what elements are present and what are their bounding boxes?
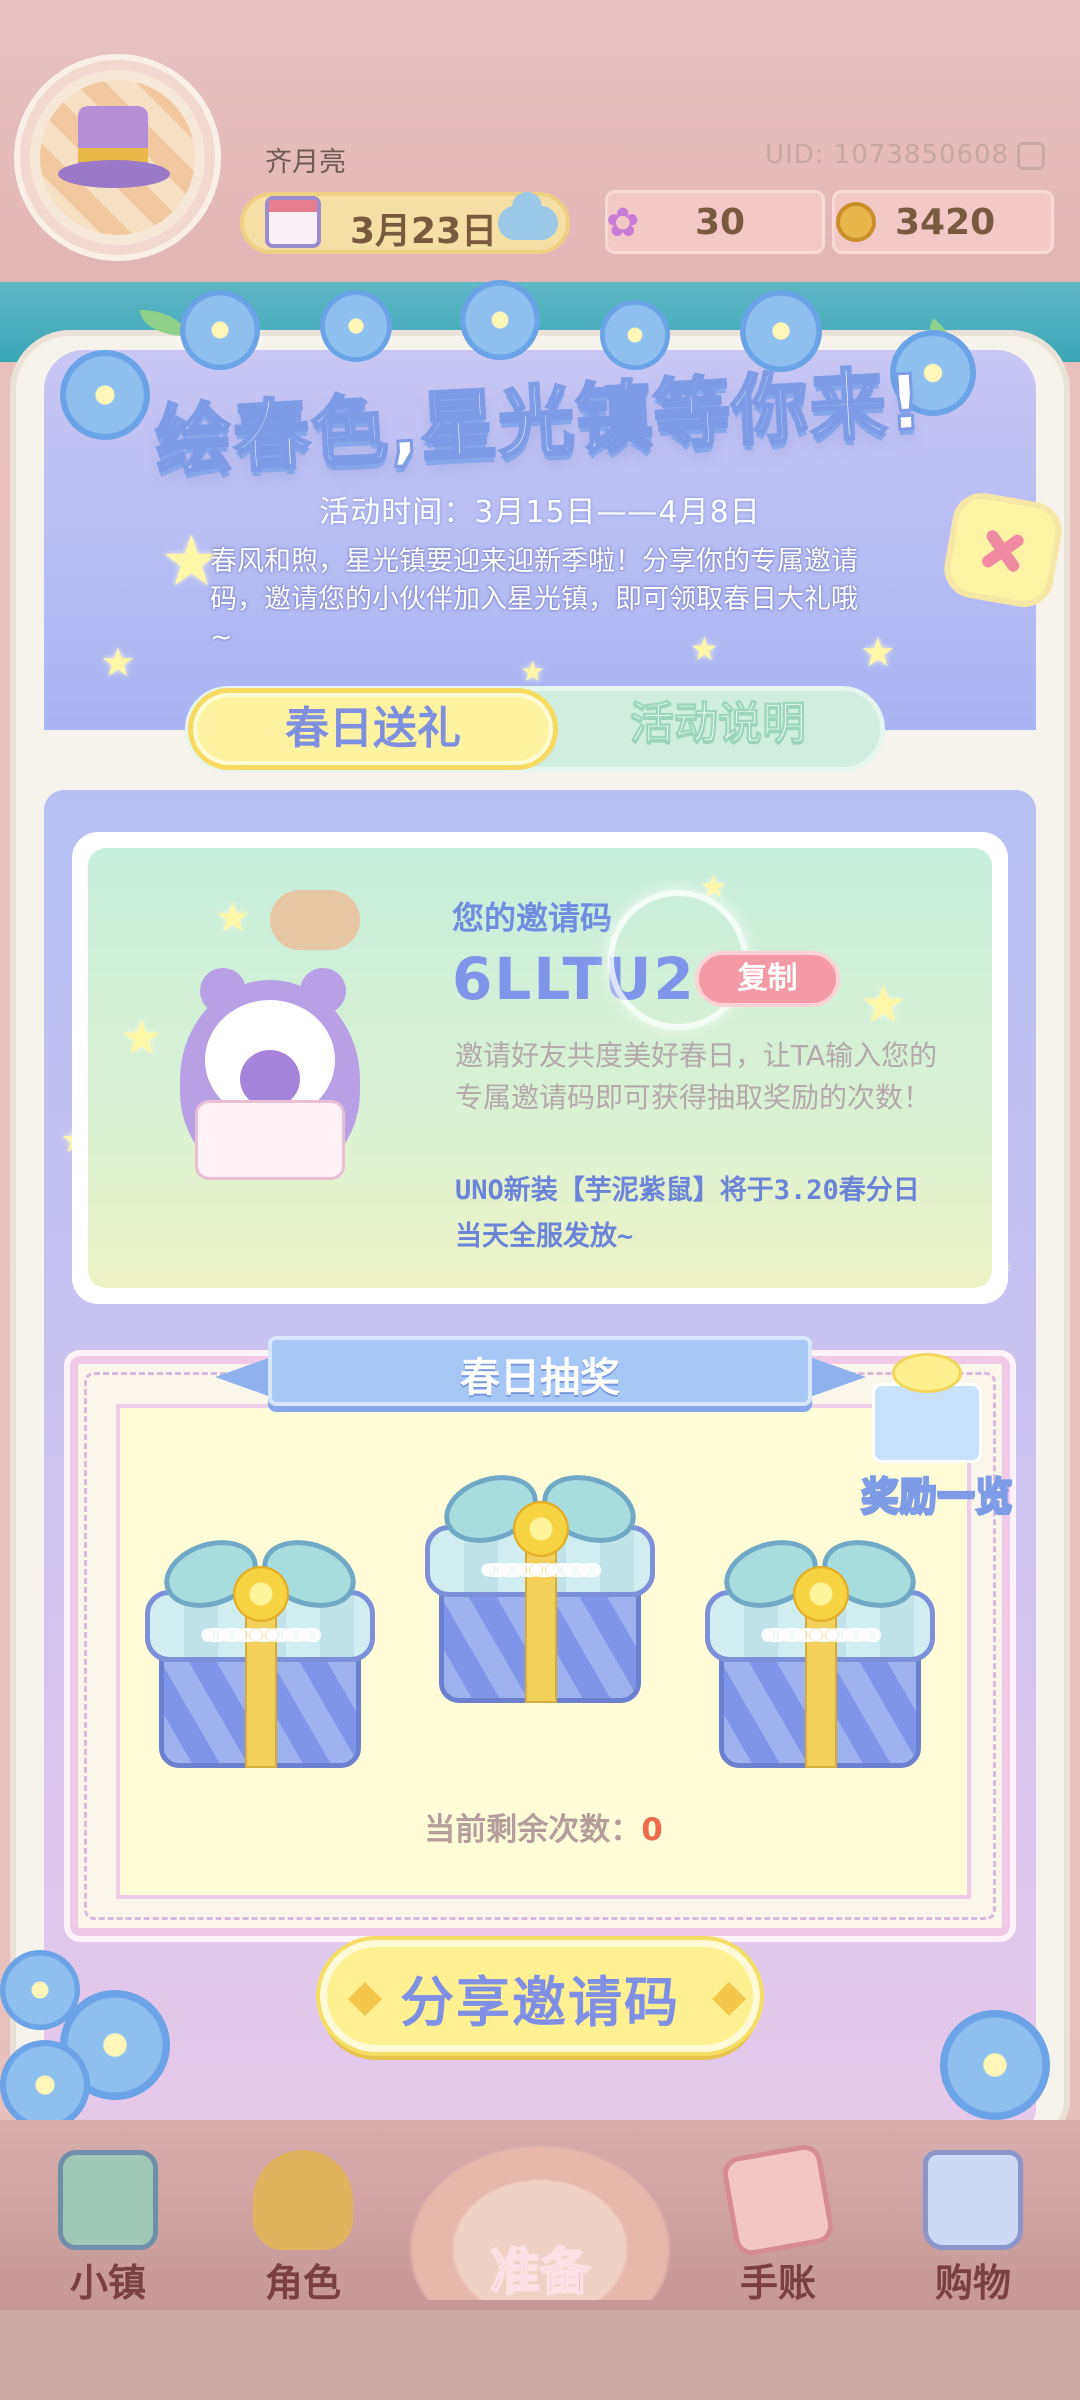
invite-code-label: 您的邀请码 — [452, 899, 613, 937]
hat-brim — [58, 160, 170, 188]
tab-spring-gift[interactable]: 春日送礼 — [188, 688, 558, 770]
share-invite-code-label: 分享邀请码 — [400, 1971, 680, 2034]
nav-item-shop-label: 购物 — [934, 2261, 1011, 2305]
flower-decoration-left — [0, 1930, 200, 2130]
event-intro: 春风和煦，星光镇要迎来迎新季啦！分享你的专属邀请码，邀请您的小伙伴加入星光镇，即… — [210, 546, 858, 653]
remaining-draws-count: 0 — [641, 1812, 663, 1848]
username: 齐月亮 — [265, 147, 346, 178]
coin-count: 3420 — [895, 202, 996, 243]
copy-button[interactable]: 复制 — [695, 951, 840, 1007]
remaining-draws-label: 当前剩余次数： — [424, 1812, 642, 1848]
cloud-icon — [498, 192, 558, 240]
mascot-hamster-image — [160, 890, 380, 1210]
nav-item-shop[interactable]: 购物 — [888, 2140, 1058, 2320]
reward-list-button[interactable]: 奖励一览 — [842, 1465, 1032, 1520]
tab-spring-gift-label: 春日送礼 — [285, 703, 461, 754]
invite-note: UNO新装【芋泥紫鼠】将于3.20春分日当天全服发放~ — [455, 1175, 920, 1252]
star-decoration: ★ — [120, 1010, 164, 1066]
reward-list-gift-icon[interactable] — [852, 1345, 1002, 1465]
nav-item-journal[interactable]: 手账 — [693, 2140, 863, 2320]
nav-item-prepare[interactable]: 准备 — [430, 2232, 650, 2304]
nav-item-journal-label: 手账 — [739, 2261, 816, 2305]
avatar[interactable] — [20, 60, 215, 255]
tab-event-info-label: 活动说明 — [630, 698, 807, 750]
nav-item-town-label: 小镇 — [69, 2261, 146, 2305]
shopping-bag-icon — [923, 2150, 1023, 2250]
invite-description: 邀请好友共度美好春日，让TA输入您的专属邀请码即可获得抽取奖励的次数！ — [455, 1039, 938, 1114]
flower-count: 30 — [695, 202, 746, 243]
gift-box-2[interactable] — [425, 1463, 655, 1705]
nav-item-town[interactable]: 小镇 — [23, 2140, 193, 2320]
star-decoration: ★ — [860, 630, 896, 676]
gift-box-3[interactable] — [705, 1528, 935, 1770]
coin-icon — [836, 202, 876, 242]
nav-item-character[interactable]: 角色 — [218, 2140, 388, 2320]
close-button[interactable] — [939, 488, 1067, 612]
copy-uid-icon[interactable] — [1017, 142, 1045, 170]
map-icon — [58, 2150, 158, 2250]
star-decoration: ★ — [215, 895, 251, 941]
game-date: 3月23日 — [350, 211, 498, 252]
lottery-title: 春日抽奖 — [460, 1355, 620, 1401]
flower-icon: ✿ — [606, 200, 640, 246]
remaining-draws: 当前剩余次数：0 — [116, 1804, 971, 1849]
event-time: 活动时间：3月15日——4月8日 — [319, 495, 761, 530]
bottom-nav-base — [0, 2310, 1080, 2400]
star-decoration: ★ — [100, 640, 136, 686]
nav-item-character-label: 角色 — [264, 2261, 341, 2305]
calendar-icon — [265, 196, 321, 248]
star-decoration: ★ — [860, 975, 907, 1035]
gift-box-1[interactable] — [145, 1528, 375, 1770]
tab-event-info[interactable]: 活动说明 — [556, 688, 880, 770]
journal-icon — [720, 2142, 836, 2258]
star-decoration: ★ — [520, 655, 546, 688]
character-icon — [253, 2150, 353, 2250]
uid-text: UID: 1073850608 — [765, 140, 1010, 170]
